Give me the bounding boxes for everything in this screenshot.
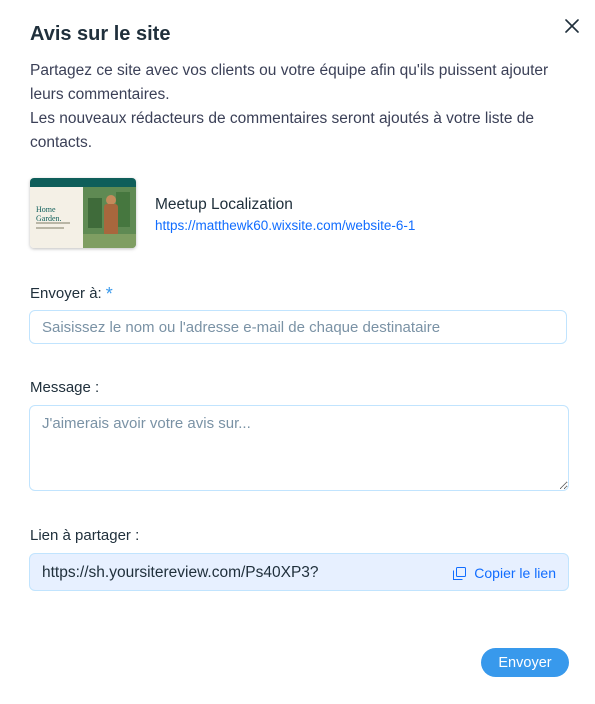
- recipients-label: Envoyer à: *: [30, 284, 113, 305]
- thumbnail-caption: Home Garden.: [36, 205, 62, 223]
- share-link-label: Lien à partager :: [30, 527, 140, 544]
- required-mark: *: [105, 284, 113, 304]
- copy-link-button[interactable]: Copier le lien: [453, 565, 556, 581]
- dialog-description: Partagez ce site avec vos clients ou vot…: [30, 59, 575, 155]
- dialog-title: Avis sur le site: [30, 23, 171, 45]
- recipients-label-text: Envoyer à:: [30, 285, 102, 302]
- copy-icon: [453, 566, 467, 580]
- share-link-url: https://sh.yoursitereview.com/Ps40XP3?: [42, 564, 319, 581]
- share-link-field[interactable]: https://sh.yoursitereview.com/Ps40XP3? C…: [29, 553, 569, 591]
- site-review-dialog: Avis sur le site Partagez ce site avec v…: [0, 0, 595, 704]
- message-label: Message :: [30, 379, 100, 396]
- description-line-1: Partagez ce site avec vos clients ou vot…: [30, 62, 549, 103]
- recipients-input[interactable]: [29, 310, 567, 344]
- send-button[interactable]: Envoyer: [481, 648, 569, 677]
- description-line-2: Les nouveaux rédacteurs de commentaires …: [30, 110, 535, 151]
- site-thumbnail: Home Garden.: [30, 178, 136, 248]
- copy-link-label: Copier le lien: [474, 565, 556, 581]
- site-url-link[interactable]: https://matthewk60.wixsite.com/website-6…: [155, 218, 415, 233]
- message-textarea[interactable]: [29, 405, 569, 491]
- close-icon: [565, 19, 579, 33]
- close-button[interactable]: [562, 16, 582, 36]
- site-name: Meetup Localization: [155, 196, 293, 213]
